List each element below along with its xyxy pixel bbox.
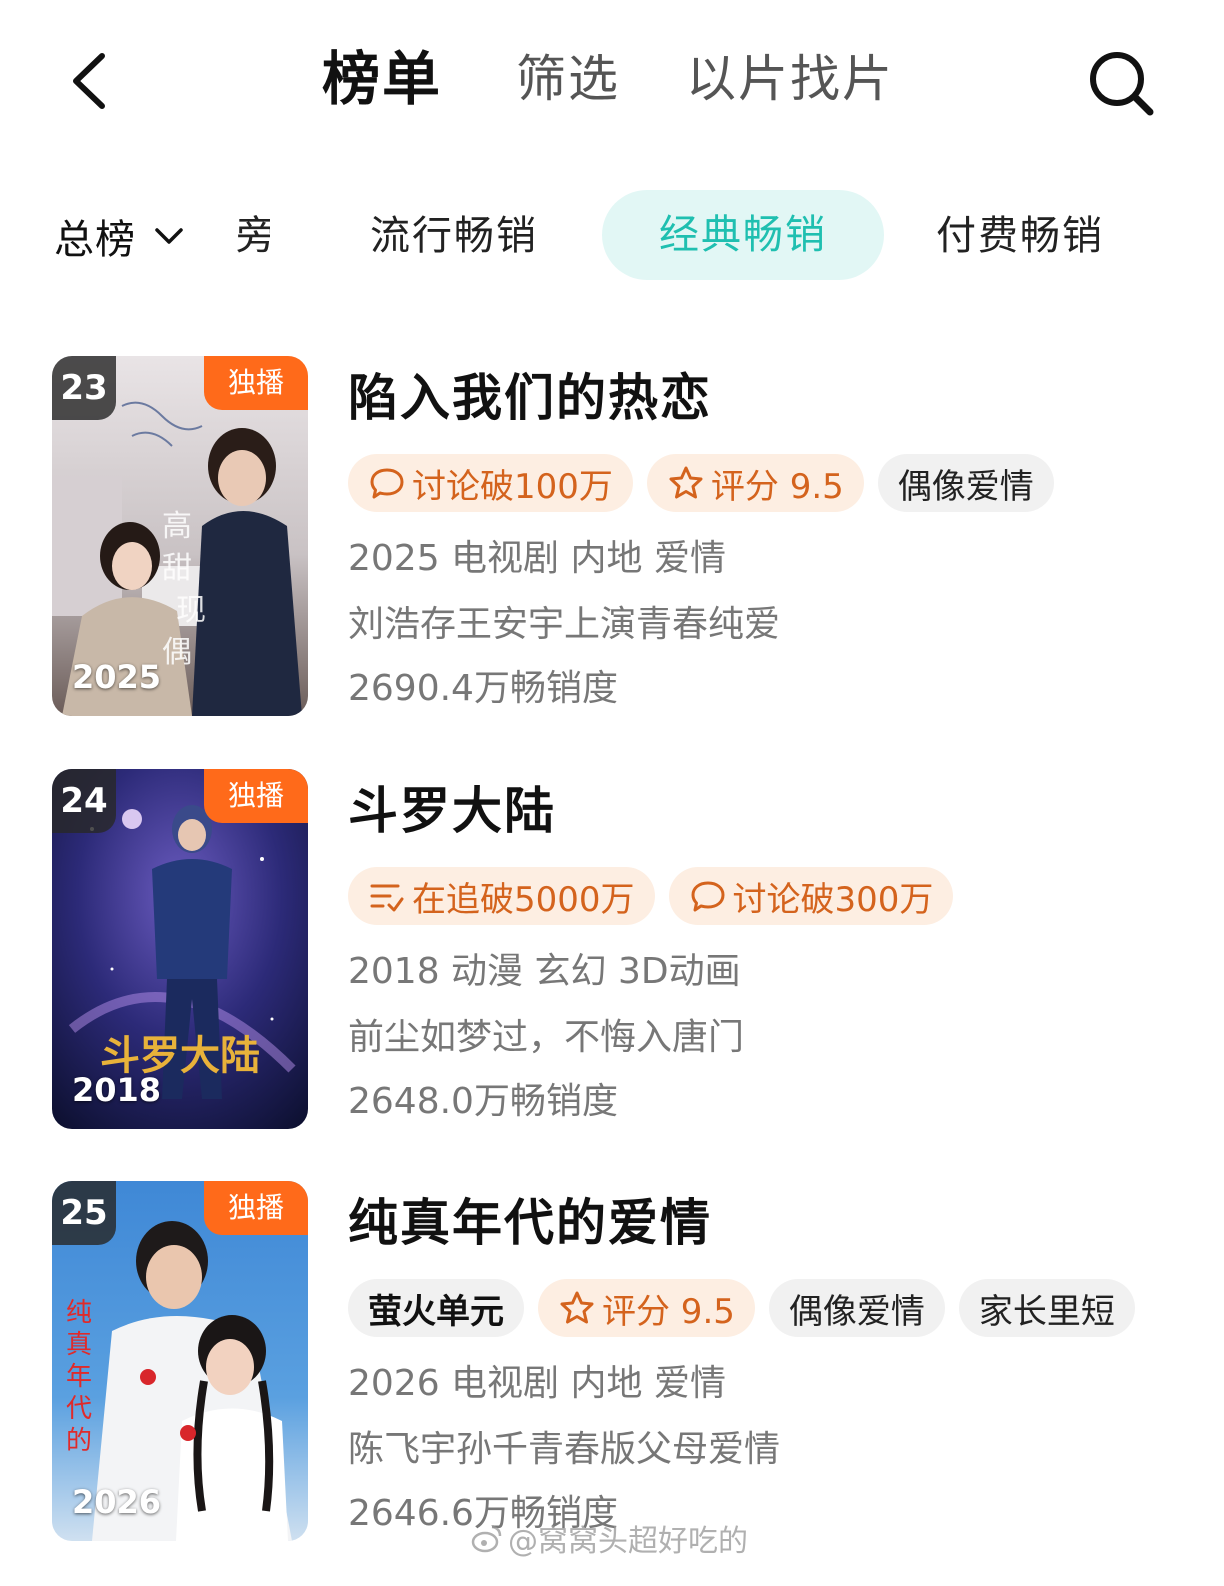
chart-type-dropdown[interactable]: 总榜 — [54, 204, 186, 268]
svg-text:现: 现 — [176, 593, 206, 628]
tab-popular-sales[interactable]: 流行畅销 — [370, 204, 538, 268]
item-description: 陈飞宇孙千青春版父母爱情 — [348, 1429, 781, 1470]
tag-row: 讨论破100万 评分 9.5 偶像爱情 — [348, 454, 1054, 512]
watermark: @窝窝头超好吃的 — [470, 1516, 748, 1560]
svg-text:代: 代 — [66, 1394, 92, 1424]
star-icon — [669, 466, 703, 499]
item-meta: 2025 电视剧 内地 爱情 — [348, 538, 726, 579]
exclusive-badge: 独播 — [204, 769, 308, 823]
item-description: 刘浩存王安宇上演青春纯爱 — [348, 604, 781, 645]
poster-year: 2018 — [72, 1071, 162, 1109]
poster-year: 2025 — [72, 658, 162, 696]
rank-badge: 25 — [52, 1181, 116, 1245]
sales-index: 2690.4万畅销度 — [348, 668, 618, 709]
tag-text: 评分 9.5 — [602, 1291, 735, 1332]
tag-text: 讨论破300万 — [732, 879, 934, 920]
exclusive-badge: 独播 — [204, 356, 308, 410]
item-meta: 2026 电视剧 内地 爱情 — [348, 1363, 726, 1404]
svg-text:真: 真 — [66, 1330, 92, 1360]
series-brand-tag[interactable]: 萤火单元 — [348, 1279, 524, 1337]
sales-index: 2648.0万畅销度 — [348, 1081, 618, 1122]
comment-icon — [370, 468, 404, 499]
exclusive-badge: 独播 — [204, 1181, 308, 1235]
item-title[interactable]: 陷入我们的热恋 — [348, 366, 712, 430]
item-title[interactable]: 纯真年代的爱情 — [348, 1191, 712, 1255]
list-item[interactable]: 斗罗大陆 24 独播 2018 斗罗大陆 在追破5000万 讨论破300万 20… — [0, 769, 1224, 1129]
rank-badge: 23 — [52, 356, 116, 420]
watermark-text: @窝窝头超好吃的 — [508, 1524, 748, 1559]
tab-find-by-movie[interactable]: 以片找片 — [686, 44, 894, 114]
item-title[interactable]: 斗罗大陆 — [348, 779, 556, 843]
svg-text:偶: 偶 — [162, 635, 192, 670]
poster-image[interactable]: 纯 真 年 代 的 25 独播 2026 — [52, 1181, 308, 1541]
star-icon — [560, 1291, 594, 1324]
chevron-down-icon — [155, 228, 183, 244]
category-tab-row: 总榜 旁 流行畅销 经典畅销 付费畅销 — [0, 188, 1224, 288]
tab-ranking[interactable]: 榜单 — [322, 44, 442, 114]
tag-text: 在追破5000万 — [412, 879, 635, 920]
genre-tag[interactable]: 偶像爱情 — [768, 1279, 945, 1337]
rating-tag: 评分 9.5 — [646, 454, 864, 512]
top-bar: 榜单 筛选 以片找片 — [0, 0, 1224, 160]
discussion-tag: 讨论破300万 — [668, 867, 954, 925]
svg-text:年: 年 — [66, 1362, 92, 1392]
list-item[interactable]: 高 甜 现 偶 23 独播 2025 陷入我们的热恋 讨论破100万 评分 9.… — [0, 356, 1224, 716]
weibo-logo-icon — [471, 1525, 502, 1553]
poster-year: 2026 — [72, 1483, 162, 1521]
follow-list-icon — [370, 884, 404, 912]
back-arrow-icon[interactable] — [62, 46, 122, 116]
svg-text:纯: 纯 — [66, 1298, 92, 1328]
poster-image[interactable]: 斗罗大陆 24 独播 2018 — [52, 769, 308, 1129]
svg-text:甜: 甜 — [162, 551, 192, 586]
tag-text: 评分 9.5 — [710, 466, 844, 507]
tab-partial-hidden[interactable]: 旁 — [236, 204, 270, 268]
item-meta: 2018 动漫 玄幻 3D动画 — [348, 951, 741, 992]
item-description: 前尘如梦过，不悔入唐门 — [348, 1017, 745, 1058]
svg-text:的: 的 — [66, 1426, 92, 1456]
rank-badge: 24 — [52, 769, 116, 833]
comment-icon — [691, 881, 725, 912]
rating-tag: 评分 9.5 — [538, 1279, 755, 1337]
dropdown-label: 总榜 — [54, 217, 136, 263]
discussion-tag: 讨论破100万 — [348, 454, 633, 512]
tab-paid-sales[interactable]: 付费畅销 — [936, 204, 1104, 268]
poster-image[interactable]: 高 甜 现 偶 23 独播 2025 — [52, 356, 308, 716]
genre-tag[interactable]: 家长里短 — [958, 1279, 1135, 1337]
tag-row: 萤火单元 评分 9.5 偶像爱情 家长里短 — [348, 1279, 1135, 1337]
tag-row: 在追破5000万 讨论破300万 — [348, 867, 954, 925]
tab-filter[interactable]: 筛选 — [516, 44, 620, 114]
tab-classic-sales[interactable]: 经典畅销 — [602, 190, 884, 280]
following-tag: 在追破5000万 — [348, 867, 655, 925]
tag-text: 讨论破100万 — [412, 466, 613, 507]
list-item[interactable]: 纯 真 年 代 的 25 独播 2026 纯真年代的爱情 萤火单元 评分 9.5… — [0, 1181, 1224, 1541]
genre-tag[interactable]: 偶像爱情 — [877, 454, 1054, 512]
search-icon[interactable] — [1084, 46, 1160, 122]
svg-text:高: 高 — [162, 509, 192, 544]
